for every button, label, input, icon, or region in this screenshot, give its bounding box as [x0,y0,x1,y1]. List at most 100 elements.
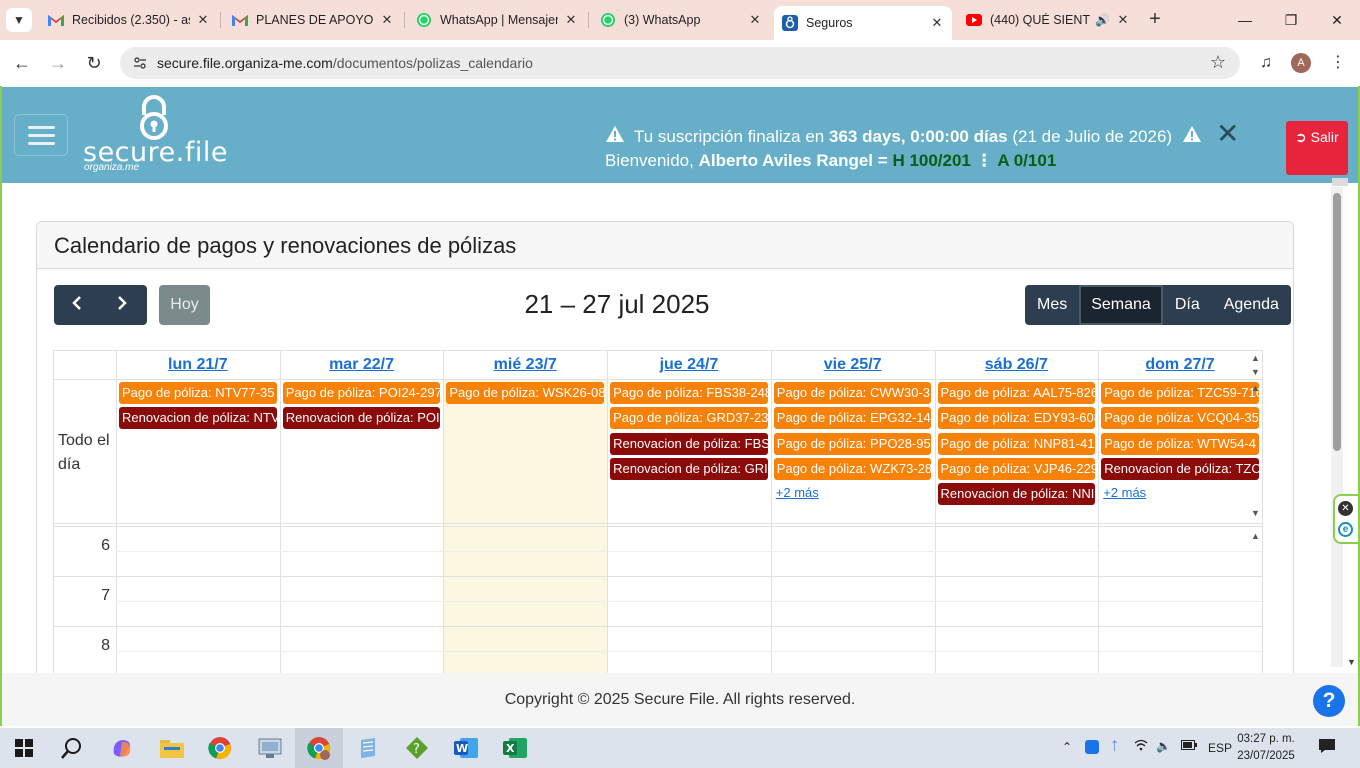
taskbar-clock[interactable]: 03:27 p. m. 23/07/2025 [1230,731,1302,765]
event-pago[interactable]: Pago de póliza: WZK73-28 [773,457,932,480]
chrome-profile-icon[interactable] [305,734,333,762]
view-week-button[interactable]: Semana [1079,285,1163,325]
tab-gmail-inbox[interactable]: Recibidos (2.350) - as ✕ [40,6,218,34]
event-pago[interactable]: Pago de póliza: WSK26-08 [446,382,605,404]
day-header[interactable]: mar 22/7 [280,351,444,379]
grid-scroll-arrow-icon[interactable]: ▲ [1251,531,1260,541]
event-pago[interactable]: Pago de póliza: EPG32-14 [773,407,932,430]
logo-subtext: organiza.me [84,162,140,173]
day-header[interactable]: vie 25/7 [771,351,935,379]
notepad-icon[interactable] [354,734,382,762]
copilot-icon[interactable] [108,734,136,762]
bookmark-star-icon[interactable]: ☆ [1210,52,1226,73]
tab-whatsapp-3[interactable]: (3) WhatsApp ✕ [592,6,770,34]
close-window-button[interactable]: ✕ [1322,8,1352,32]
browser-tab-strip: ▼ Recibidos (2.350) - as ✕ PLANES DE APO… [0,0,1360,40]
profile-avatar[interactable]: A [1291,53,1311,73]
minimize-button[interactable]: — [1230,8,1260,32]
event-pago[interactable]: Pago de póliza: EDY93-608 [937,407,1096,430]
tab-youtube[interactable]: (440) QUÉ SIENTE 🔊 ✕ [958,6,1138,34]
tab-planes-apoyo[interactable]: PLANES DE APOYO B ✕ [224,6,402,34]
tray-app-icon[interactable] [1085,740,1099,754]
event-renovacion[interactable]: Renovacion de póliza: GRI [610,457,768,480]
event-pago[interactable]: Pago de póliza: NNP81-41 [937,432,1096,455]
browser-menu-icon[interactable]: ⋮ [1326,51,1350,75]
event-pago[interactable]: Pago de póliza: FBS38-248 [610,382,768,404]
grid-scroll-arrow-icon[interactable]: ▼ [1251,508,1260,518]
event-pago[interactable]: Pago de póliza: VJP46-229 [937,457,1096,480]
event-renovacion[interactable]: Renovacion de póliza: TZC [1101,457,1259,480]
tab-whatsapp-web[interactable]: WhatsApp | Mensajer ✕ [408,6,586,34]
address-bar[interactable]: secure.file.organiza-me.com/documentos/p… [120,47,1240,79]
show-more-link[interactable]: +2 más [1103,485,1146,500]
scroll-down-arrow-icon[interactable]: ▼ [1347,657,1356,667]
control-panel-icon[interactable] [256,734,284,762]
day-header[interactable]: dom 27/7 [1098,351,1262,379]
bluetooth-icon[interactable]: ᛏ [1111,739,1118,753]
volume-icon[interactable]: 🔈 [1156,739,1171,753]
event-renovacion[interactable]: Renovacion de póliza: POI [282,407,441,430]
day-header[interactable]: mié 23/7 [443,351,607,379]
close-icon[interactable]: ✕ [930,15,944,31]
event-pago[interactable]: Pago de póliza: GRD37-23 [610,407,768,430]
tray-chevron-up-icon[interactable]: ⌃ [1062,740,1072,754]
file-explorer-icon[interactable] [158,734,186,762]
event-pago[interactable]: Pago de póliza: NTV77-35 [119,382,277,404]
event-renovacion[interactable]: Renovacion de póliza: NNI [937,483,1096,506]
extension-e-icon[interactable]: e [1338,522,1353,537]
view-month-button[interactable]: Mes [1025,285,1079,325]
back-button[interactable]: ← [10,51,34,75]
new-tab-button[interactable]: + [1144,8,1166,32]
restore-button[interactable]: ❐ [1276,8,1306,32]
help-button[interactable]: ? [1313,685,1345,717]
event-renovacion[interactable]: Renovacion de póliza: NTV [119,407,277,430]
search-icon[interactable] [58,734,86,762]
close-icon[interactable]: ✕ [748,12,762,28]
tab-seguros[interactable]: Seguros ✕ [774,6,952,40]
windows-start-icon[interactable] [10,734,38,762]
day-header[interactable]: jue 24/7 [607,351,771,379]
event-pago[interactable]: Pago de póliza: POI24-297 [282,382,441,404]
language-indicator[interactable]: ESP [1208,741,1232,755]
close-circle-icon[interactable]: ✕ [1338,501,1353,516]
show-more-link[interactable]: +2 más [776,485,819,500]
menu-toggle-button[interactable] [14,114,68,156]
day-header[interactable]: lun 21/7 [116,351,280,379]
chrome-icon[interactable] [206,734,234,762]
grid-scroll-arrow-icon[interactable]: ▼ [1251,367,1260,377]
day-header[interactable]: sáb 26/7 [935,351,1099,379]
media-controls-icon[interactable]: ♫ [1254,51,1278,75]
audio-playing-icon[interactable]: 🔊 [1095,13,1110,27]
grid-scroll-arrow-icon[interactable]: ▲ [1251,353,1260,363]
view-agenda-button[interactable]: Agenda [1212,285,1291,325]
battery-icon[interactable] [1181,739,1197,753]
close-icon[interactable]: ✕ [564,12,578,28]
week-grid: Todo el día 6 7 8 lun 21/7 Pago de póliza: N… [53,350,1263,680]
event-pago[interactable]: Pago de póliza: AAL75-826 [937,382,1096,404]
page-scrollbar[interactable] [1331,187,1343,667]
wifi-icon[interactable] [1134,739,1148,754]
event-pago[interactable]: Pago de póliza: PPO28-95 [773,432,932,455]
view-day-button[interactable]: Día [1163,285,1212,325]
forward-button[interactable]: → [46,51,70,75]
event-pago[interactable]: Pago de póliza: TZC59-716 [1101,382,1259,404]
reload-button[interactable]: ↻ [82,51,106,75]
url-text: secure.file.organiza-me.com/documentos/p… [157,55,533,71]
event-renovacion[interactable]: Renovacion de póliza: FBS [610,432,768,455]
close-notice-icon[interactable]: ✕ [1216,120,1239,148]
event-pago[interactable]: Pago de póliza: CWW30-3 [773,382,932,404]
logout-button[interactable]: ➲ Salir [1286,121,1348,175]
event-pago[interactable]: Pago de póliza: VCQ04-35 [1101,407,1259,430]
site-settings-icon[interactable] [132,55,148,71]
close-icon[interactable]: ✕ [196,12,210,28]
word-icon[interactable]: W [452,734,480,762]
notifications-icon[interactable] [1318,738,1336,757]
grid-scroll-arrow-icon[interactable]: ▲ [1251,383,1260,393]
close-icon[interactable]: ✕ [1116,12,1130,28]
scrollbar-thumb[interactable] [1333,193,1341,451]
close-icon[interactable]: ✕ [380,12,394,28]
tab-search-dropdown[interactable]: ▼ [6,8,32,32]
excel-icon[interactable]: X [501,734,529,762]
event-pago[interactable]: Pago de póliza: WTW54-4 [1101,432,1259,455]
help-app-icon[interactable]: ? [403,734,431,762]
